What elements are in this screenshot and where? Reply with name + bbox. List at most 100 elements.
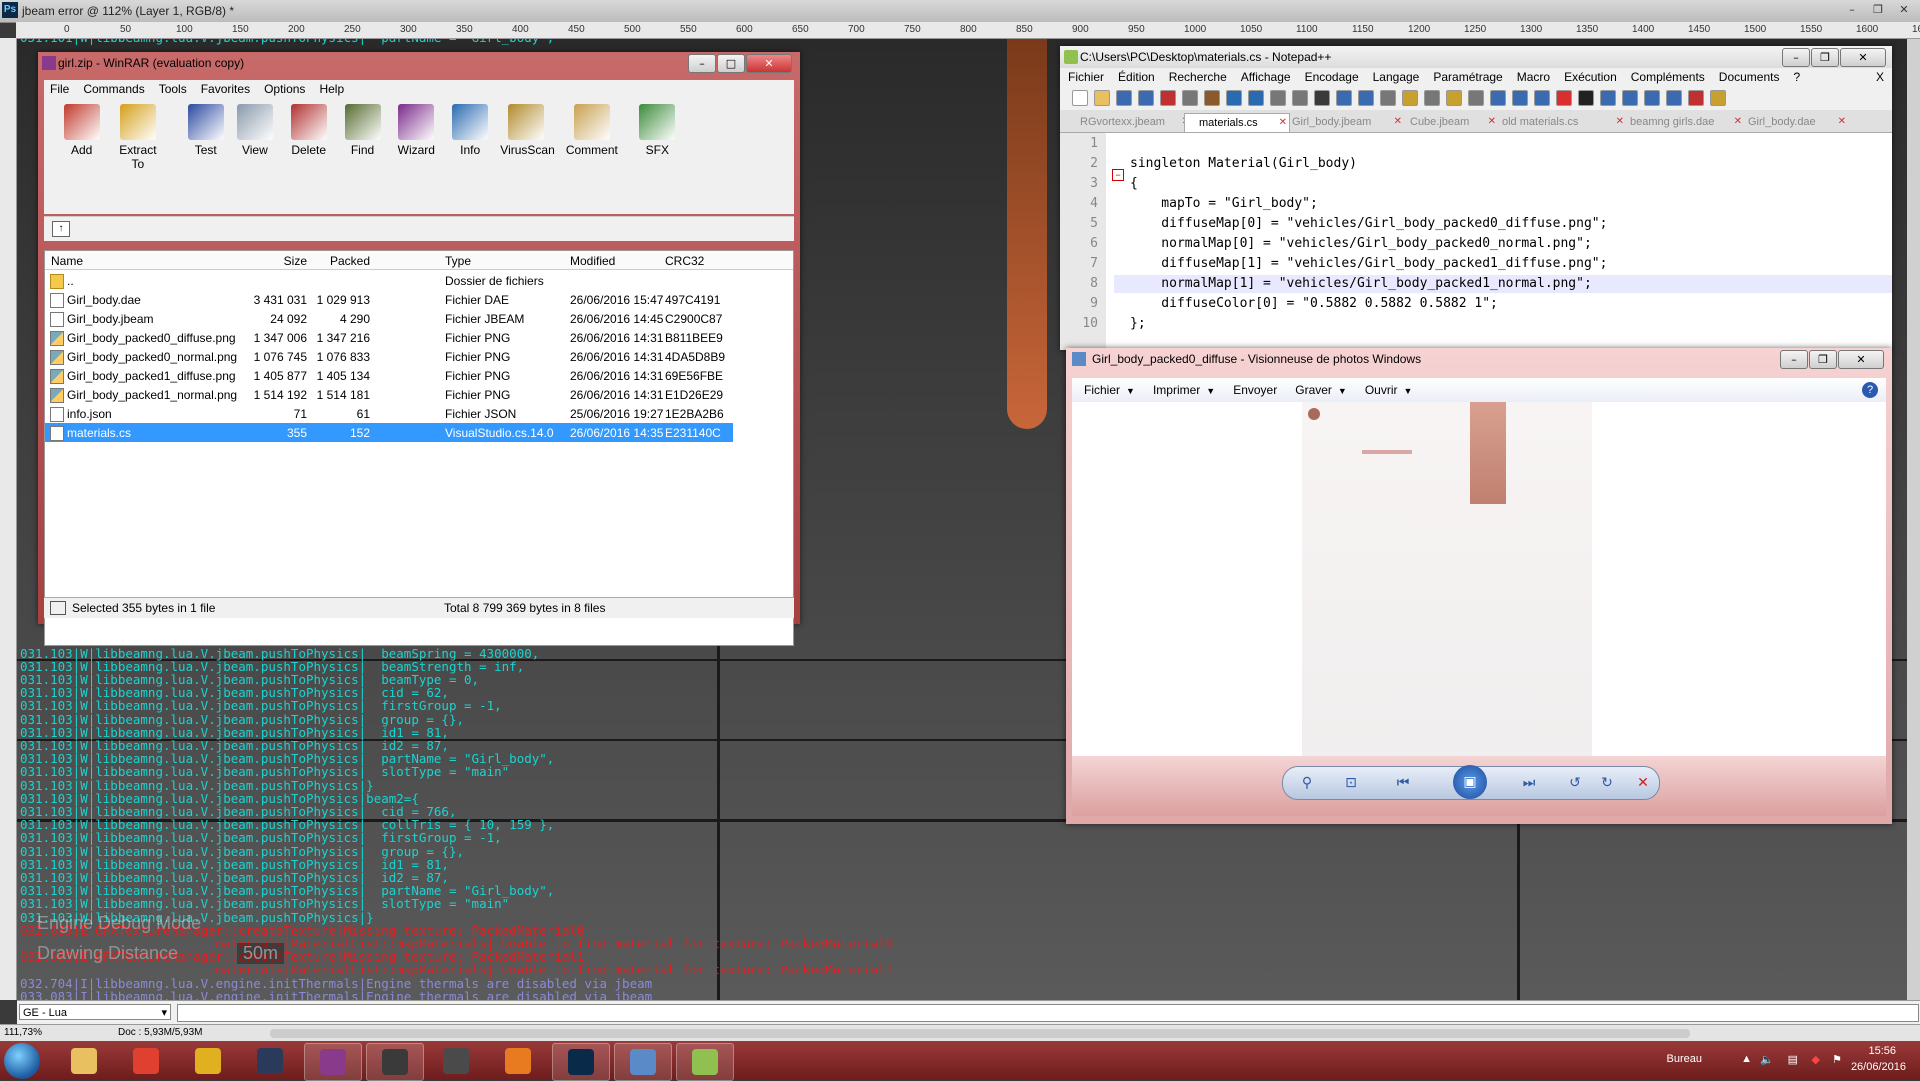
toolbar-tool-icon[interactable]: [1468, 90, 1484, 106]
tab-old-materials-cs[interactable]: old materials.cs ✕: [1488, 113, 1626, 131]
toolbar-tool-icon[interactable]: [1336, 90, 1352, 106]
menu-item[interactable]: Compléments: [1631, 70, 1705, 84]
toolbar-tool-icon[interactable]: [1116, 90, 1132, 106]
toolbar-delete-button[interactable]: Delete: [283, 104, 335, 157]
menu-item[interactable]: Langage: [1373, 70, 1420, 84]
toolbar-tool-icon[interactable]: [1314, 90, 1330, 106]
tray-expand-icon[interactable]: ▲: [1741, 1053, 1752, 1065]
clock-date[interactable]: 26/06/2016: [1851, 1061, 1906, 1073]
next-icon[interactable]: ⏭: [1519, 773, 1539, 793]
column-header-crc32[interactable]: CRC32: [665, 254, 704, 268]
menu-item[interactable]: Macro: [1517, 70, 1550, 84]
toolbar-tool-icon[interactable]: [1402, 90, 1418, 106]
code-editor[interactable]: 1 2 3 4 5 6 7 8 9 10 − singleton Material(Girl_bo…: [1060, 133, 1892, 350]
file-row[interactable]: info.json 71 61 Fichier JSON 25/06/2016 19:2…: [45, 404, 793, 423]
file-row[interactable]: Girl_body_packed0_normal.png 1 076 745 1 0…: [45, 347, 793, 366]
close-button[interactable]: ✕: [1892, 2, 1916, 18]
menu-item[interactable]: Fichier: [1068, 70, 1104, 84]
toolbar-tool-icon[interactable]: [1534, 90, 1550, 106]
toolbar-tool-icon[interactable]: [1204, 90, 1220, 106]
desktop-label[interactable]: Bureau: [1667, 1053, 1702, 1065]
up-folder-icon[interactable]: ↑: [52, 221, 70, 237]
menu-item-favorites[interactable]: Favorites: [201, 82, 250, 96]
slideshow-icon[interactable]: ▣: [1453, 765, 1487, 799]
menu-imprimer[interactable]: Imprimer ▼: [1153, 383, 1215, 397]
lua-context-select[interactable]: GE - Lua ▾: [19, 1004, 171, 1020]
taskbar-app-explorer[interactable]: [56, 1043, 112, 1079]
flag-icon[interactable]: ⚑: [1832, 1053, 1842, 1066]
maximize-button[interactable]: ❐: [1811, 48, 1839, 67]
column-header-name[interactable]: Name: [51, 254, 83, 268]
menu-item[interactable]: Exécution: [1564, 70, 1617, 84]
toolbar-tool-icon[interactable]: [1512, 90, 1528, 106]
fold-toggle-icon[interactable]: −: [1112, 169, 1124, 181]
file-row[interactable]: Girl_body_packed1_diffuse.png 1 405 877 1 …: [45, 366, 793, 385]
tab-materials-cs[interactable]: materials.cs ✕: [1184, 113, 1290, 132]
menu-item-tools[interactable]: Tools: [159, 82, 187, 96]
toolbar-tool-icon[interactable]: [1292, 90, 1308, 106]
taskbar-app-winrar[interactable]: [304, 1043, 362, 1081]
tab-girl-body-dae[interactable]: Girl_body.dae ✕: [1734, 113, 1848, 131]
close-button[interactable]: ✕: [1838, 350, 1884, 369]
toolbar-test-button[interactable]: Test: [180, 104, 232, 157]
help-icon[interactable]: ?: [1862, 382, 1878, 398]
menu-item[interactable]: Documents: [1719, 70, 1780, 84]
lua-command-input[interactable]: [177, 1004, 1919, 1022]
menu-item[interactable]: Affichage: [1241, 70, 1291, 84]
clock-time[interactable]: 15:56: [1868, 1045, 1896, 1057]
start-button[interactable]: [4, 1043, 40, 1079]
taskbar-app-steam[interactable]: [242, 1043, 298, 1079]
toolbar-tool-icon[interactable]: [1226, 90, 1242, 106]
previous-icon[interactable]: ⏮: [1393, 773, 1413, 793]
menu-graver[interactable]: Graver ▼: [1295, 383, 1347, 397]
zoom-level[interactable]: 111,73%: [4, 1027, 42, 1038]
file-row[interactable]: Girl_body_packed0_diffuse.png 1 347 006 1 …: [45, 328, 793, 347]
taskbar-app-photoshop[interactable]: [552, 1043, 610, 1081]
toolbar-tool-icon[interactable]: [1644, 90, 1660, 106]
toolbar-tool-icon[interactable]: [1094, 90, 1110, 106]
column-header-modified[interactable]: Modified: [570, 254, 615, 268]
toolbar-tool-icon[interactable]: [1600, 90, 1616, 106]
toolbar-tool-icon[interactable]: [1446, 90, 1462, 106]
file-row[interactable]: Girl_body.dae 3 431 031 1 029 913 Fichier D…: [45, 290, 793, 309]
menu-envoyer[interactable]: Envoyer: [1233, 383, 1277, 397]
network-icon[interactable]: ▤: [1788, 1053, 1798, 1066]
taskbar-app-chrome[interactable]: [118, 1043, 174, 1079]
zoom-icon[interactable]: ⚲: [1297, 773, 1317, 793]
toolbar-tool-icon[interactable]: [1710, 90, 1726, 106]
toolbar-info-button[interactable]: Info: [444, 104, 496, 157]
taskbar-app-app7[interactable]: [428, 1043, 484, 1079]
minimize-button[interactable]: –: [1782, 48, 1810, 67]
tab-rgvortexx-jbeam[interactable]: RGvortexx.jbeam✕: [1066, 113, 1192, 131]
menu-item-file[interactable]: File: [50, 82, 69, 96]
tab-girl-body-jbeam[interactable]: Girl_body.jbeam ✕: [1278, 113, 1404, 131]
menu-item[interactable]: Encodage: [1305, 70, 1359, 84]
antivirus-icon[interactable]: ◆: [1812, 1053, 1820, 1066]
taskbar-app-photoviewer[interactable]: [614, 1043, 672, 1081]
vertical-scrollbar[interactable]: [1907, 39, 1920, 1000]
toolbar-tool-icon[interactable]: [1138, 90, 1154, 106]
tab-beamng-girls-dae[interactable]: beamng girls.dae ✕: [1616, 113, 1744, 131]
menu-item[interactable]: Paramétrage: [1433, 70, 1502, 84]
toolbar-tool-icon[interactable]: [1556, 90, 1572, 106]
toolbar-tool-icon[interactable]: [1688, 90, 1704, 106]
column-header-packed[interactable]: Packed: [280, 254, 370, 268]
toolbar-tool-icon[interactable]: [1380, 90, 1396, 106]
close-button[interactable]: ✕: [1840, 48, 1886, 67]
menu-item-help[interactable]: Help: [319, 82, 344, 96]
volume-icon[interactable]: 🔈: [1760, 1053, 1774, 1066]
toolbar-tool-icon[interactable]: [1182, 90, 1198, 106]
taskbar-app-beamng[interactable]: [366, 1043, 424, 1081]
maximize-button[interactable]: ❐: [1809, 350, 1837, 369]
menu-item[interactable]: ?: [1794, 70, 1801, 84]
toolbar-tool-icon[interactable]: [1358, 90, 1374, 106]
toolbar-tool-icon[interactable]: [1424, 90, 1440, 106]
toolbar-tool-icon[interactable]: [1270, 90, 1286, 106]
toolbar-tool-icon[interactable]: [1072, 90, 1088, 106]
column-header-type[interactable]: Type: [445, 254, 471, 268]
toolbar-tool-icon[interactable]: [1248, 90, 1264, 106]
maximize-button[interactable]: □: [717, 54, 745, 73]
minimize-button[interactable]: –: [1840, 2, 1864, 18]
file-row[interactable]: .. Dossier de fichiers: [45, 271, 793, 290]
horizontal-scrollbar[interactable]: [270, 1029, 1690, 1038]
